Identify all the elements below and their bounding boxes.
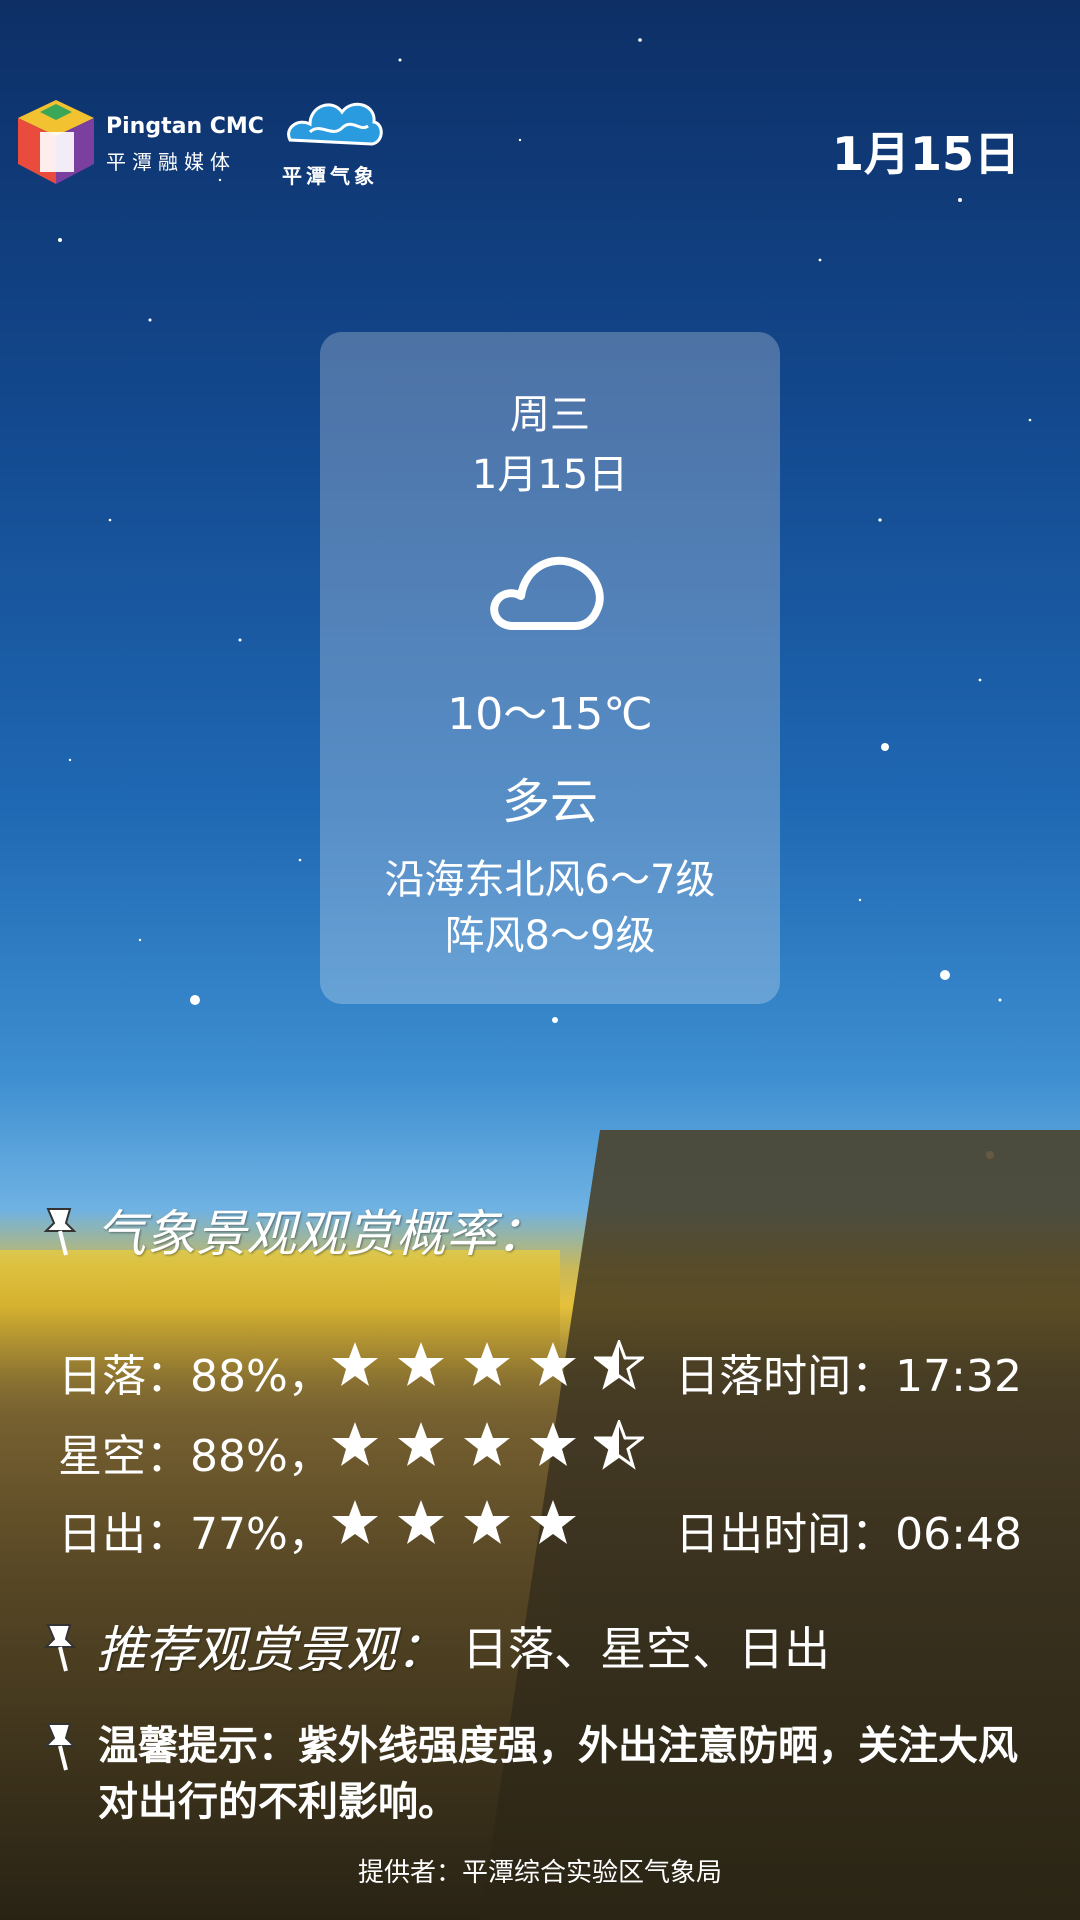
star-full-icon (398, 1500, 444, 1544)
sunset-time: 日落时间：17:32 (675, 1351, 1022, 1402)
star-full-icon (398, 1342, 444, 1386)
star-full-icon (530, 1500, 576, 1544)
star-full-icon (464, 1342, 510, 1386)
wind-line-1: 沿海东北风6～7级 (384, 857, 716, 903)
sunrise-rating (330, 1498, 578, 1548)
scenery-title-text: 气象景观观赏概率： (96, 1205, 546, 1263)
star-full-icon (332, 1500, 378, 1544)
star-full-icon (464, 1422, 510, 1466)
recommend-value: 日落、星空、日出 (462, 1622, 830, 1676)
recommend-label: 推荐观赏景观： (96, 1621, 446, 1679)
warm-tip: 温馨提示：紫外线强度强，外出注意防晒，关注大风对出行的不利影响。 (40, 1718, 1018, 1830)
weather-brand-text: 平潭气象 (282, 164, 378, 188)
star-full-icon (530, 1342, 576, 1386)
temperature: 10～15℃ (447, 689, 653, 740)
sunrise-prob: 日出：77%， (58, 1509, 332, 1560)
star-full-icon (398, 1422, 444, 1466)
star-half-icon (594, 1340, 644, 1390)
star-half-icon (594, 1420, 644, 1470)
scenery-title: 气象景观观赏概率： (40, 1200, 546, 1263)
sunset-prob: 日落：88%， (58, 1351, 332, 1402)
star-full-icon (332, 1422, 378, 1466)
pingtan-cmc-logo (18, 100, 94, 184)
weather-condition: 多云 (501, 774, 598, 830)
brand-en: Pingtan CMC (106, 114, 264, 139)
cloud-icon (490, 556, 604, 630)
card-weekday: 周三 (510, 392, 590, 438)
brand-cn: 平潭融媒体 (106, 150, 236, 174)
pushpin-icon (43, 1723, 77, 1771)
recommendation: 推荐观赏景观： 日落、星空、日出 (40, 1610, 830, 1682)
wind-info: 沿海东北风6～7级 阵风8～9级 (320, 852, 780, 964)
sunset-rating (330, 1340, 644, 1390)
forecast-card: 周三 1月15日 10～15℃ 多云 沿海东北风6～7级 阵风8～9级 (320, 332, 780, 1004)
star-full-icon (530, 1422, 576, 1466)
card-date: 1月15日 (471, 452, 629, 498)
provider-footer: 提供者：平潭综合实验区气象局 (357, 1858, 722, 1888)
sunrise-time: 日出时间：06:48 (675, 1509, 1022, 1560)
pingtan-weather-logo (287, 102, 383, 146)
pushpin-icon (43, 1624, 77, 1672)
star-full-icon (464, 1500, 510, 1544)
wind-line-2: 阵风8～9级 (444, 913, 656, 959)
starry-sky-rating (330, 1420, 644, 1470)
star-full-icon (332, 1342, 378, 1386)
tip-text: 温馨提示：紫外线强度强，外出注意防晒，关注大风对出行的不利影响。 (98, 1723, 1018, 1825)
pushpin-icon (43, 1208, 77, 1256)
header-date: 1月15日 (831, 127, 1020, 181)
starry-sky-prob: 星空：88%， (58, 1431, 332, 1482)
